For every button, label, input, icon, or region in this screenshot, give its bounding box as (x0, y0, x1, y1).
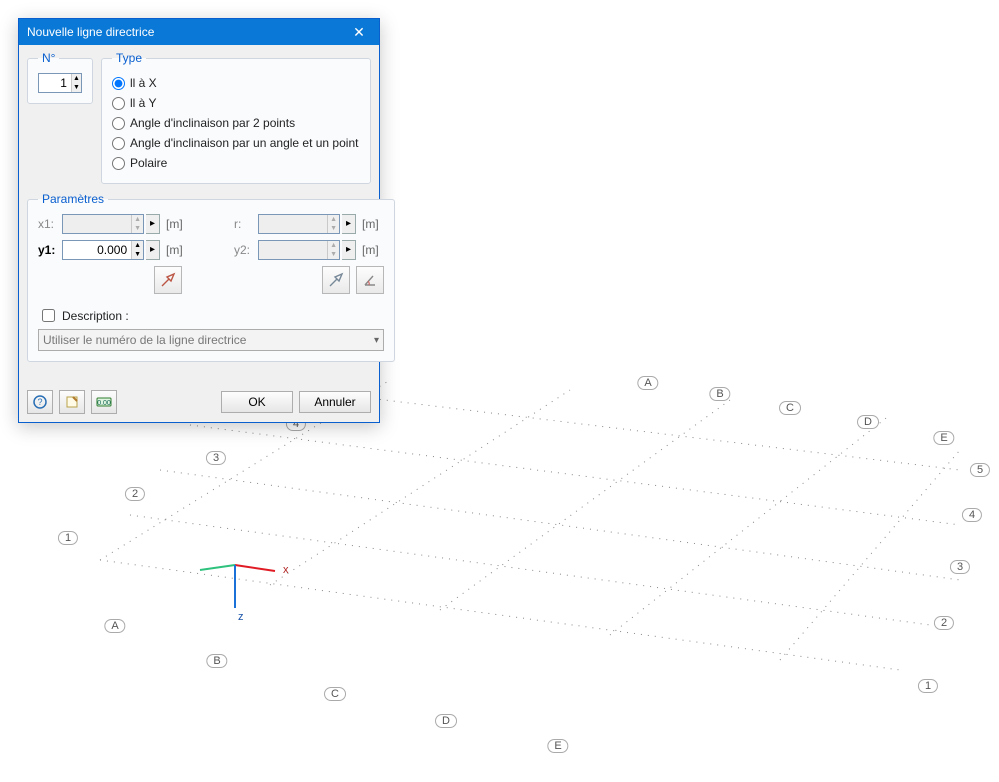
axis-z-label: z (238, 611, 244, 623)
y2-input (259, 241, 327, 259)
chevron-down-icon: ▾ (374, 335, 379, 346)
description-checkbox[interactable] (42, 309, 55, 322)
units-button[interactable]: 0.00 (91, 390, 117, 414)
radio-type-y-input[interactable] (112, 97, 125, 110)
group-parameters: Paramètres x1: ▲▼ ▸ [m] r: ▲▼ ▸ [m] (27, 192, 395, 362)
grid-label-D-br: D (857, 415, 879, 429)
y2-unit: [m] (358, 243, 384, 257)
y2-nudge: ▸ (342, 240, 356, 260)
pick-point-1-icon[interactable] (154, 266, 182, 294)
ok-button[interactable]: OK (221, 391, 293, 413)
grid-label-D-fl: D (435, 714, 457, 728)
pick-angle-icon[interactable] (356, 266, 384, 294)
radio-type-anglept-text: Angle d'inclinaison par un angle et un p… (130, 133, 358, 153)
r-unit: [m] (358, 217, 384, 231)
axis-x-label: x (283, 564, 289, 576)
x1-label: x1: (38, 217, 60, 231)
grid-label-1-l: 1 (58, 531, 78, 545)
radio-type-angle2pts-input[interactable] (112, 117, 125, 130)
grid-label-3-l: 3 (206, 451, 226, 465)
help-button[interactable]: ? (27, 390, 53, 414)
description-combo[interactable]: Utiliser le numéro de la ligne directric… (38, 329, 384, 351)
radio-type-x-text: ll à X (130, 73, 157, 93)
y1-spin-down[interactable]: ▼ (132, 250, 143, 259)
group-type: Type ll à X ll à Y Angle d'inclinaison p… (101, 51, 371, 184)
radio-type-angle2pts-text: Angle d'inclinaison par 2 points (130, 113, 295, 133)
radio-type-anglept-input[interactable] (112, 137, 125, 150)
radio-type-polar[interactable]: Polaire (112, 153, 360, 173)
cancel-button[interactable]: Annuler (299, 391, 371, 413)
radio-type-y-text: ll à Y (130, 93, 156, 113)
grid-label-3-r: 3 (950, 560, 970, 574)
grid-label-4-r: 4 (962, 508, 982, 522)
x1-input (63, 215, 131, 233)
number-spinner[interactable]: ▲ ▼ (38, 73, 82, 93)
grid-label-A-fl: A (104, 619, 125, 633)
description-label: Description : (62, 309, 129, 323)
r-input (259, 215, 327, 233)
y1-spin-up[interactable]: ▲ (132, 241, 143, 250)
description-combo-text: Utiliser le numéro de la ligne directric… (43, 333, 246, 347)
r-label: r: (234, 217, 256, 231)
grid-label-1-r: 1 (918, 679, 938, 693)
y2-label: y2: (234, 243, 256, 257)
titlebar[interactable]: Nouvelle ligne directrice ✕ (19, 19, 379, 45)
radio-type-y[interactable]: ll à Y (112, 93, 360, 113)
radio-type-polar-text: Polaire (130, 153, 167, 173)
x1-nudge: ▸ (146, 214, 160, 234)
y1-nudge[interactable]: ▸ (146, 240, 160, 260)
r-nudge: ▸ (342, 214, 356, 234)
dialog-title: Nouvelle ligne directrice (27, 25, 154, 39)
x1-unit: [m] (162, 217, 188, 231)
radio-type-angle2pts[interactable]: Angle d'inclinaison par 2 points (112, 113, 360, 133)
radio-type-x[interactable]: ll à X (112, 73, 360, 93)
grid-label-5-r: 5 (970, 463, 990, 477)
parameters-legend: Paramètres (38, 192, 108, 206)
y2-spinner: ▲▼ (258, 240, 340, 260)
svg-text:0.00: 0.00 (97, 400, 111, 407)
svg-text:?: ? (37, 397, 42, 407)
radio-type-x-input[interactable] (112, 77, 125, 90)
y1-spinner[interactable]: ▲ ▼ (62, 240, 144, 260)
number-input[interactable] (39, 74, 71, 92)
radio-type-polar-input[interactable] (112, 157, 125, 170)
dialog-new-guideline: Nouvelle ligne directrice ✕ N° ▲ ▼ Type (18, 18, 380, 423)
y1-unit: [m] (162, 243, 188, 257)
number-legend: N° (38, 51, 59, 65)
grid-label-C-fl: C (324, 687, 346, 701)
grid-label-B-fl: B (206, 654, 227, 668)
grid-label-A-br: A (637, 376, 658, 390)
group-number: N° ▲ ▼ (27, 51, 93, 104)
type-legend: Type (112, 51, 146, 65)
grid-label-2-l: 2 (125, 487, 145, 501)
grid-label-E-br: E (933, 431, 954, 445)
grid-label-E-fl: E (547, 739, 568, 753)
notes-button[interactable] (59, 390, 85, 414)
y1-label: y1: (38, 243, 60, 257)
number-spin-down[interactable]: ▼ (72, 83, 81, 92)
x1-spinner: ▲▼ (62, 214, 144, 234)
grid-label-B-br: B (709, 387, 730, 401)
grid-label-2-r: 2 (934, 616, 954, 630)
radio-type-anglept[interactable]: Angle d'inclinaison par un angle et un p… (112, 133, 360, 153)
grid-label-C-br: C (779, 401, 801, 415)
close-icon[interactable]: ✕ (339, 19, 379, 45)
number-spin-up[interactable]: ▲ (72, 74, 81, 83)
pick-point-2-icon[interactable] (322, 266, 350, 294)
y1-input[interactable] (63, 241, 131, 259)
r-spinner: ▲▼ (258, 214, 340, 234)
